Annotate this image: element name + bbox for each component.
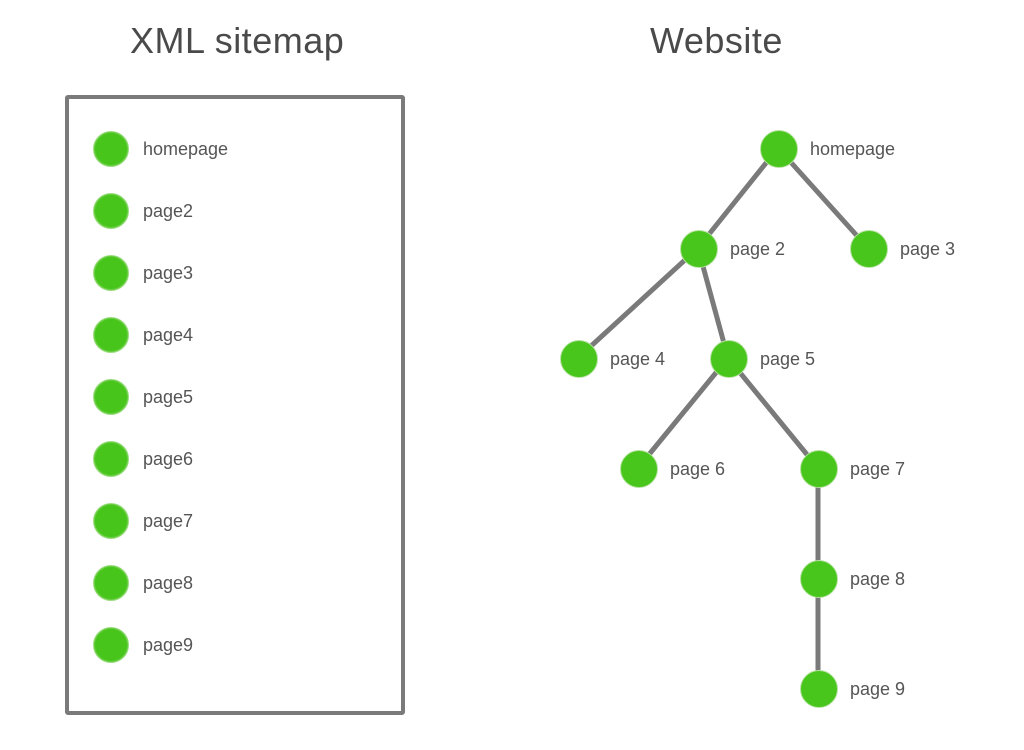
dot-icon xyxy=(93,379,129,415)
website-tree: homepage page 2 page 3 page 4 page 5 page 6 pa… xyxy=(480,90,1000,740)
sitemap-label: page2 xyxy=(143,201,193,222)
list-item: page4 xyxy=(93,317,401,353)
website-title: Website xyxy=(650,20,783,62)
tree-node-page7: page 7 xyxy=(800,450,905,488)
dot-icon xyxy=(680,230,718,268)
dot-icon xyxy=(560,340,598,378)
tree-node-label: page 9 xyxy=(850,679,905,700)
list-item: page7 xyxy=(93,503,401,539)
xml-sitemap-title: XML sitemap xyxy=(130,20,344,62)
dot-icon xyxy=(93,503,129,539)
tree-node-label: page 6 xyxy=(670,459,725,480)
sitemap-label: page7 xyxy=(143,511,193,532)
tree-node-label: page 4 xyxy=(610,349,665,370)
tree-node-page9: page 9 xyxy=(800,670,905,708)
tree-node-page4: page 4 xyxy=(560,340,665,378)
list-item: homepage xyxy=(93,131,401,167)
tree-node-label: page 7 xyxy=(850,459,905,480)
tree-node-homepage: homepage xyxy=(760,130,895,168)
tree-node-label: page 5 xyxy=(760,349,815,370)
tree-node-page6: page 6 xyxy=(620,450,725,488)
dot-icon xyxy=(93,317,129,353)
list-item: page5 xyxy=(93,379,401,415)
dot-icon xyxy=(93,131,129,167)
tree-node-page5: page 5 xyxy=(710,340,815,378)
sitemap-label: page4 xyxy=(143,325,193,346)
tree-edges-svg xyxy=(480,90,1000,740)
dot-icon xyxy=(620,450,658,488)
tree-node-page2: page 2 xyxy=(680,230,785,268)
dot-icon xyxy=(93,441,129,477)
list-item: page3 xyxy=(93,255,401,291)
list-item: page9 xyxy=(93,627,401,663)
sitemap-label: page5 xyxy=(143,387,193,408)
tree-node-label: page 8 xyxy=(850,569,905,590)
sitemap-label: page9 xyxy=(143,635,193,656)
tree-node-label: page 3 xyxy=(900,239,955,260)
tree-node-page3: page 3 xyxy=(850,230,955,268)
sitemap-label: homepage xyxy=(143,139,228,160)
tree-node-label: homepage xyxy=(810,139,895,160)
dot-icon xyxy=(93,255,129,291)
dot-icon xyxy=(93,565,129,601)
dot-icon xyxy=(800,560,838,598)
dot-icon xyxy=(800,450,838,488)
list-item: page6 xyxy=(93,441,401,477)
dot-icon xyxy=(760,130,798,168)
list-item: page8 xyxy=(93,565,401,601)
sitemap-label: page3 xyxy=(143,263,193,284)
tree-node-label: page 2 xyxy=(730,239,785,260)
dot-icon xyxy=(800,670,838,708)
sitemap-label: page6 xyxy=(143,449,193,470)
list-item: page2 xyxy=(93,193,401,229)
dot-icon xyxy=(93,627,129,663)
dot-icon xyxy=(710,340,748,378)
sitemap-label: page8 xyxy=(143,573,193,594)
dot-icon xyxy=(850,230,888,268)
tree-node-page8: page 8 xyxy=(800,560,905,598)
xml-sitemap-box: homepage page2 page3 page4 page5 page6 p… xyxy=(65,95,405,715)
dot-icon xyxy=(93,193,129,229)
